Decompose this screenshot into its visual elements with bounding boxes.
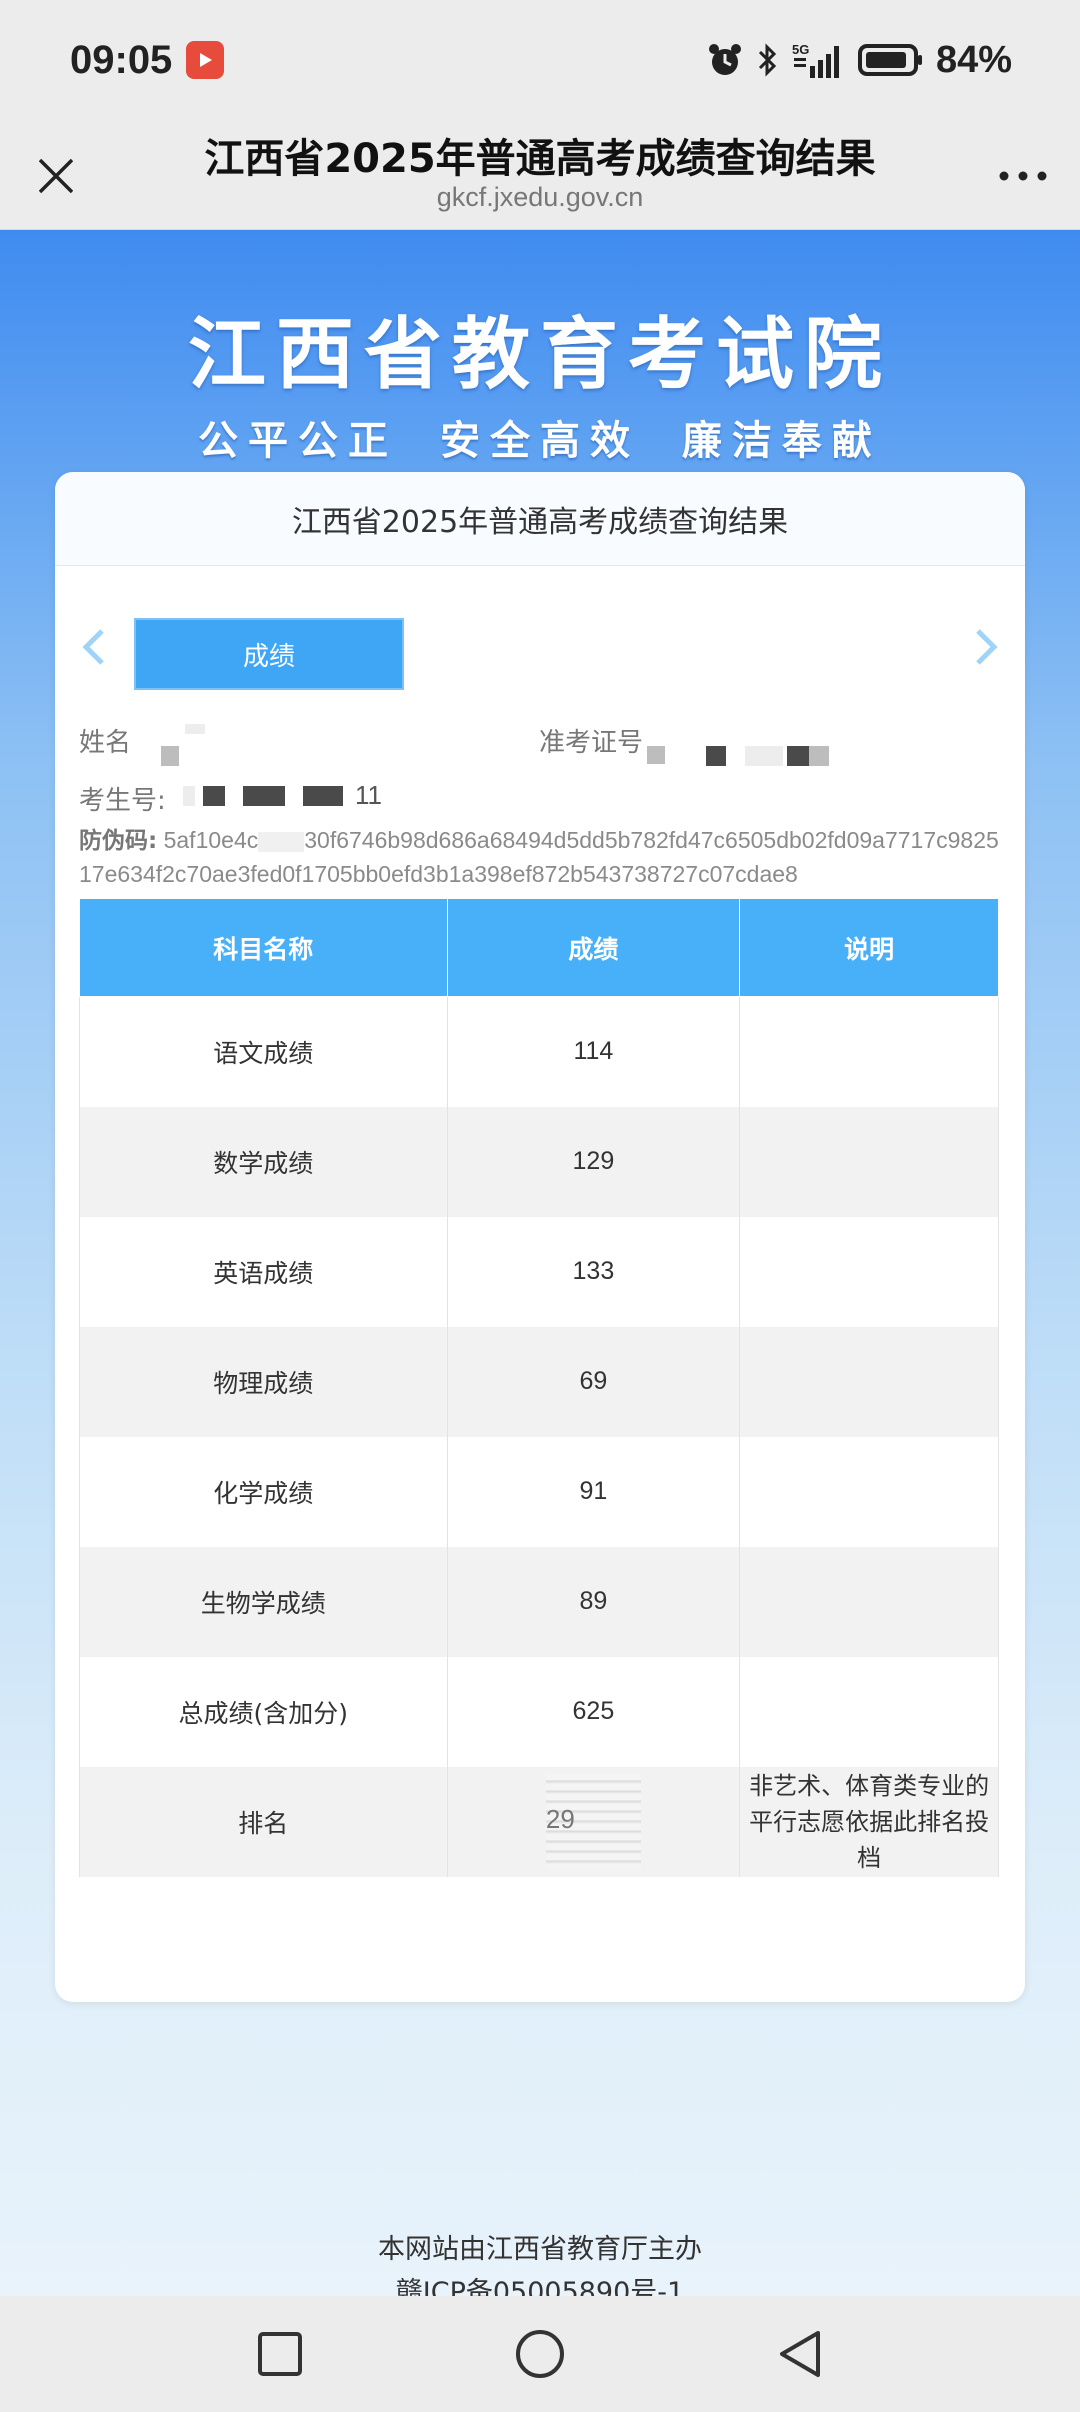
footer-sponsor: 本网站由江西省教育厅主办 — [378, 2234, 702, 2265]
score-cell: 91 — [446, 1436, 741, 1547]
network-label: 5G — [792, 42, 809, 57]
alarm-icon — [706, 41, 744, 79]
page-url: gkcf.jxedu.gov.cn — [436, 182, 644, 212]
note-cell: 非艺术、体育类专业的平行志愿依据此排名投档 — [739, 1766, 999, 1877]
subject-cell: 数学成绩 — [79, 1106, 448, 1217]
note-cell — [739, 1326, 999, 1437]
more-icon[interactable] — [988, 148, 1058, 204]
score-cell: 133 — [446, 1216, 741, 1327]
score-cell: 69 — [446, 1326, 741, 1437]
anti-fake-label: 防伪码: — [79, 828, 158, 854]
name-label: 姓名 — [79, 728, 132, 758]
ticket-mask — [787, 746, 809, 766]
recent-apps-icon[interactable] — [250, 2324, 310, 2384]
exam-no-mask — [183, 786, 195, 806]
browser-header: 江西省2025年普通高考成绩查询结果 gkcf.jxedu.gov.cn — [0, 120, 1080, 230]
exam-no-label: 考生号: — [79, 786, 166, 816]
subject-cell: 排名 — [79, 1766, 448, 1877]
table-row: 生物学成绩 89 — [79, 1546, 999, 1657]
note-cell — [739, 1216, 999, 1327]
banner-title: 江西省教育考试院 — [187, 310, 892, 400]
close-icon[interactable] — [28, 148, 84, 204]
subject-cell: 英语成绩 — [79, 1216, 448, 1327]
clock: 09:05 — [70, 37, 173, 82]
battery-icon — [857, 43, 924, 77]
tab-score[interactable]: 成绩 — [134, 618, 404, 690]
card-title: 江西省2025年普通高考成绩查询结果 — [55, 472, 1025, 566]
header-subject: 科目名称 — [79, 898, 448, 997]
note-cell — [739, 1546, 999, 1657]
name-mask — [185, 724, 205, 734]
rank-cell: 29 — [446, 1766, 741, 1877]
exam-no-mask — [243, 786, 285, 806]
note-cell — [739, 996, 999, 1107]
result-card: 江西省2025年普通高考成绩查询结果 成绩 姓名 准考证号 考生号: 11 防伪… — [55, 472, 1025, 2002]
ticket-mask — [706, 746, 726, 766]
header-score: 成绩 — [446, 898, 741, 997]
subject-cell: 语文成绩 — [79, 996, 448, 1107]
app-notification-icon — [186, 41, 225, 79]
anti-fake-mask — [258, 831, 305, 852]
header-note: 说明 — [739, 898, 999, 997]
status-bar: 09:05 5G 84% — [0, 0, 1080, 120]
signal-icon: 5G — [792, 40, 846, 80]
table-row: 数学成绩 129 — [79, 1106, 999, 1217]
anti-fake-code: 防伪码: 5af10e4c 30f6746b98d686a68494d5dd5b7… — [79, 824, 1009, 891]
ticket-mask — [647, 746, 665, 764]
table-row: 英语成绩 133 — [79, 1216, 999, 1327]
rank-mask: 29 — [545, 1774, 641, 1869]
chevron-right-icon[interactable] — [967, 622, 1007, 672]
table-row: 总成绩(含加分) 625 — [79, 1656, 999, 1767]
score-cell: 625 — [446, 1656, 741, 1767]
note-cell — [739, 1106, 999, 1217]
table-row: 语文成绩 114 — [79, 996, 999, 1107]
system-nav-bar — [0, 2296, 1080, 2412]
table-row: 化学成绩 91 — [79, 1436, 999, 1547]
subject-cell: 生物学成绩 — [79, 1546, 448, 1657]
score-cell: 114 — [446, 996, 741, 1107]
table-header-row: 科目名称 成绩 说明 — [79, 898, 999, 997]
exam-no-mask — [203, 786, 225, 806]
bluetooth-icon — [756, 41, 780, 79]
ticket-mask — [809, 746, 829, 766]
name-mask — [161, 746, 179, 766]
status-right: 5G 84% — [706, 39, 1012, 82]
anti-fake-part1: 5af10e4c — [163, 827, 259, 853]
subject-cell: 物理成绩 — [79, 1326, 448, 1437]
subject-cell: 化学成绩 — [79, 1436, 448, 1547]
ticket-mask — [745, 746, 783, 766]
rank-value: 29 — [545, 1804, 575, 1834]
score-cell: 89 — [446, 1546, 741, 1657]
ticket-label: 准考证号 — [539, 728, 644, 758]
table-row: 物理成绩 69 — [79, 1326, 999, 1437]
exam-no-mask — [303, 786, 343, 806]
battery-percent: 84% — [935, 38, 1012, 81]
score-table: 科目名称 成绩 说明 语文成绩 114 数学成绩 129 英语成绩 133 物理… — [79, 898, 999, 1877]
page-title: 江西省2025年普通高考成绩查询结果 — [204, 136, 876, 182]
note-cell — [739, 1436, 999, 1547]
note-cell — [739, 1656, 999, 1767]
score-cell: 129 — [446, 1106, 741, 1217]
exam-no-suffix: 11 — [355, 780, 382, 810]
chevron-left-icon[interactable] — [73, 622, 113, 672]
back-icon[interactable] — [770, 2324, 830, 2384]
table-row: 排名 29 非艺术、体育类专业的平行志愿依据此排名投档 — [79, 1766, 999, 1877]
status-left: 09:05 — [70, 37, 225, 83]
home-icon[interactable] — [510, 2324, 570, 2384]
banner-slogan: 公平公正 安全高效 廉洁奉献 — [198, 418, 882, 464]
subject-cell: 总成绩(含加分) — [79, 1656, 448, 1767]
